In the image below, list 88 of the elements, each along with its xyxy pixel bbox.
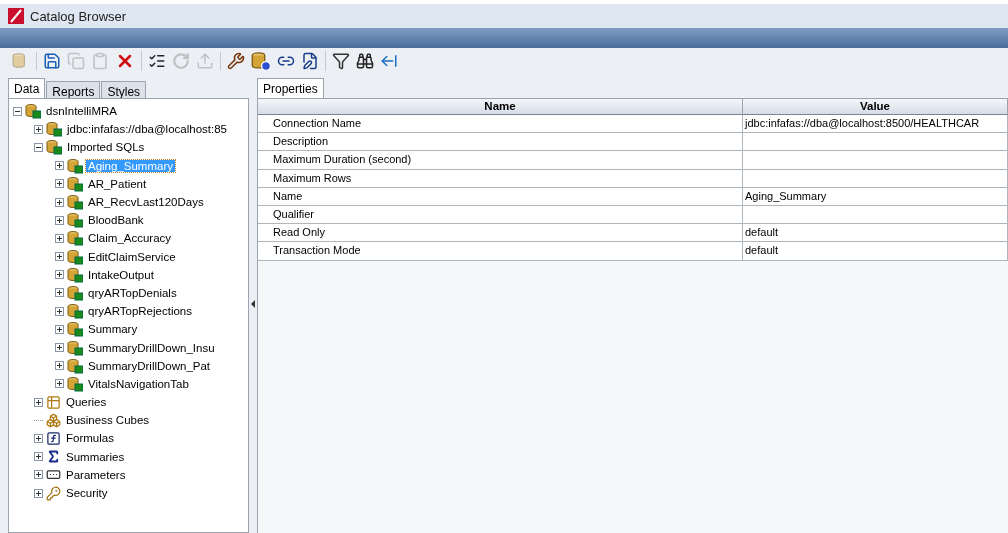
database-icon [46,139,62,156]
tree-item[interactable]: Summary [86,323,140,336]
expand-icon[interactable] [34,470,43,480]
back-arrow-icon[interactable] [380,52,398,70]
tree-item[interactable]: Parameters [64,468,128,481]
checklist-icon[interactable] [148,52,166,70]
database-icon [67,284,83,301]
database-settings-icon[interactable] [251,51,271,71]
key-icon [46,485,61,501]
expand-icon[interactable] [55,215,64,225]
expand-icon[interactable] [55,343,64,353]
database-icon [25,103,41,120]
database-icon [67,175,83,192]
expand-icon[interactable] [55,288,64,298]
database-icon [67,375,83,392]
expand-icon[interactable] [34,397,43,407]
table-cell: default [743,242,1008,261]
tab[interactable]: Properties [257,78,324,98]
database-icon [67,357,83,374]
cubes-icon [46,412,61,428]
tree-item[interactable]: dsnIntelliMRA [44,105,119,118]
database-icon [46,121,62,138]
tree-item[interactable]: SummaryDrillDown_Insu [86,341,217,354]
window-title: Catalog Browser [30,8,127,24]
expand-icon[interactable] [55,361,64,371]
tree-item[interactable]: BloodBank [86,214,146,227]
database-icon [67,230,83,247]
tree-item[interactable]: jdbc:infafas://dba@localhost:85 [65,123,229,136]
collapse-arrow-icon[interactable] [251,299,255,308]
database-icon [67,248,83,265]
expand-icon[interactable] [55,252,64,262]
database-icon [67,266,83,283]
expand-icon[interactable] [34,124,43,134]
sigma-icon [46,449,61,465]
table-cell: Read Only [258,224,743,243]
table-cell: Maximum Duration (second) [258,151,743,170]
tree-item[interactable]: AR_Patient [86,177,149,190]
tab[interactable]: Data [8,78,46,98]
expand-icon[interactable] [34,433,43,443]
tree-item[interactable]: IntakeOutput [86,268,156,281]
binoculars-icon[interactable] [356,52,374,70]
expand-icon[interactable] [55,179,64,189]
function-icon [46,430,61,446]
filter-icon[interactable] [332,52,350,70]
column-header: Name [258,99,743,115]
tab[interactable]: Styles [101,81,147,98]
table-cell: Description [258,133,743,152]
expand-icon[interactable] [55,233,64,243]
tree-item[interactable]: qryARTopDenials [86,286,179,299]
expand-icon[interactable] [55,379,64,389]
expand-icon[interactable] [34,452,43,462]
database-icon [67,212,83,229]
expand-icon[interactable] [55,306,64,316]
tree-item[interactable]: Queries [64,396,109,409]
database-icon [67,321,83,338]
expand-icon[interactable] [55,270,64,280]
save-icon[interactable] [43,52,61,70]
tools-icon[interactable] [227,52,245,70]
database-icon [67,339,83,356]
tree-item[interactable]: qryARTopRejections [86,305,194,318]
tree-item[interactable]: VitalsNavigationTab [86,377,191,390]
tree-item[interactable]: Claim_Accuracy [86,232,174,245]
tree-item[interactable]: AR_RecvLast120Days [86,196,206,209]
app-logo-icon [8,8,24,24]
database-icon [67,157,83,174]
tree-item[interactable]: Summaries [64,450,127,463]
tree-item[interactable]: Imported SQLs [65,141,147,154]
expand-icon[interactable] [55,161,64,171]
tree-item[interactable]: SummaryDrillDown_Pat [86,359,213,372]
database-icon [67,303,83,320]
expand-icon[interactable] [55,197,64,207]
tree-item[interactable]: EditClaimService [86,250,178,263]
table-cell: Connection Name [258,115,743,134]
table-cell: default [743,224,1008,243]
tree-item[interactable]: Formulas [64,432,116,445]
collapse-icon[interactable] [34,142,43,152]
table-cell: Transaction Mode [258,242,743,261]
edit-icon[interactable] [301,52,319,70]
database-icon [67,194,83,211]
table-cell: jdbc:infafas://dba@localhost:8500/HEALTHCAR [743,115,1008,134]
expand-icon[interactable] [34,488,43,498]
tree-item[interactable]: Business Cubes [64,414,152,427]
tree-item[interactable]: Security [64,487,110,500]
column-header: Value [743,99,1008,115]
collapse-icon[interactable] [13,106,22,116]
tab[interactable]: Reports [46,81,101,98]
table-icon [46,394,61,410]
expand-icon[interactable] [55,324,64,334]
